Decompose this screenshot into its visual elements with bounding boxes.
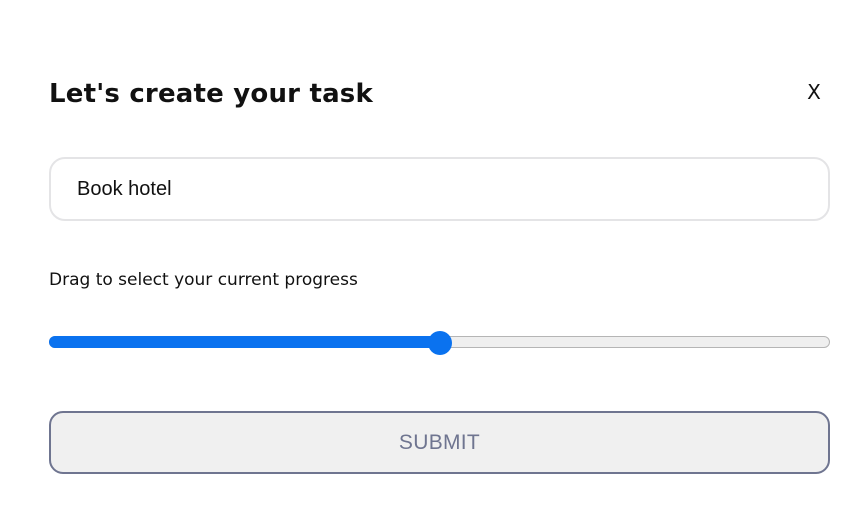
- create-task-modal: Let's create your task X Drag to select …: [0, 0, 868, 508]
- progress-slider-fill: [49, 336, 440, 348]
- progress-label: Drag to select your current progress: [49, 270, 358, 290]
- submit-button[interactable]: SUBMIT: [49, 411, 830, 474]
- task-name-input[interactable]: [49, 157, 830, 221]
- progress-slider-thumb[interactable]: [427, 331, 452, 355]
- progress-slider[interactable]: [49, 331, 830, 355]
- modal-title: Let's create your task: [49, 79, 373, 109]
- close-button[interactable]: X: [798, 76, 830, 108]
